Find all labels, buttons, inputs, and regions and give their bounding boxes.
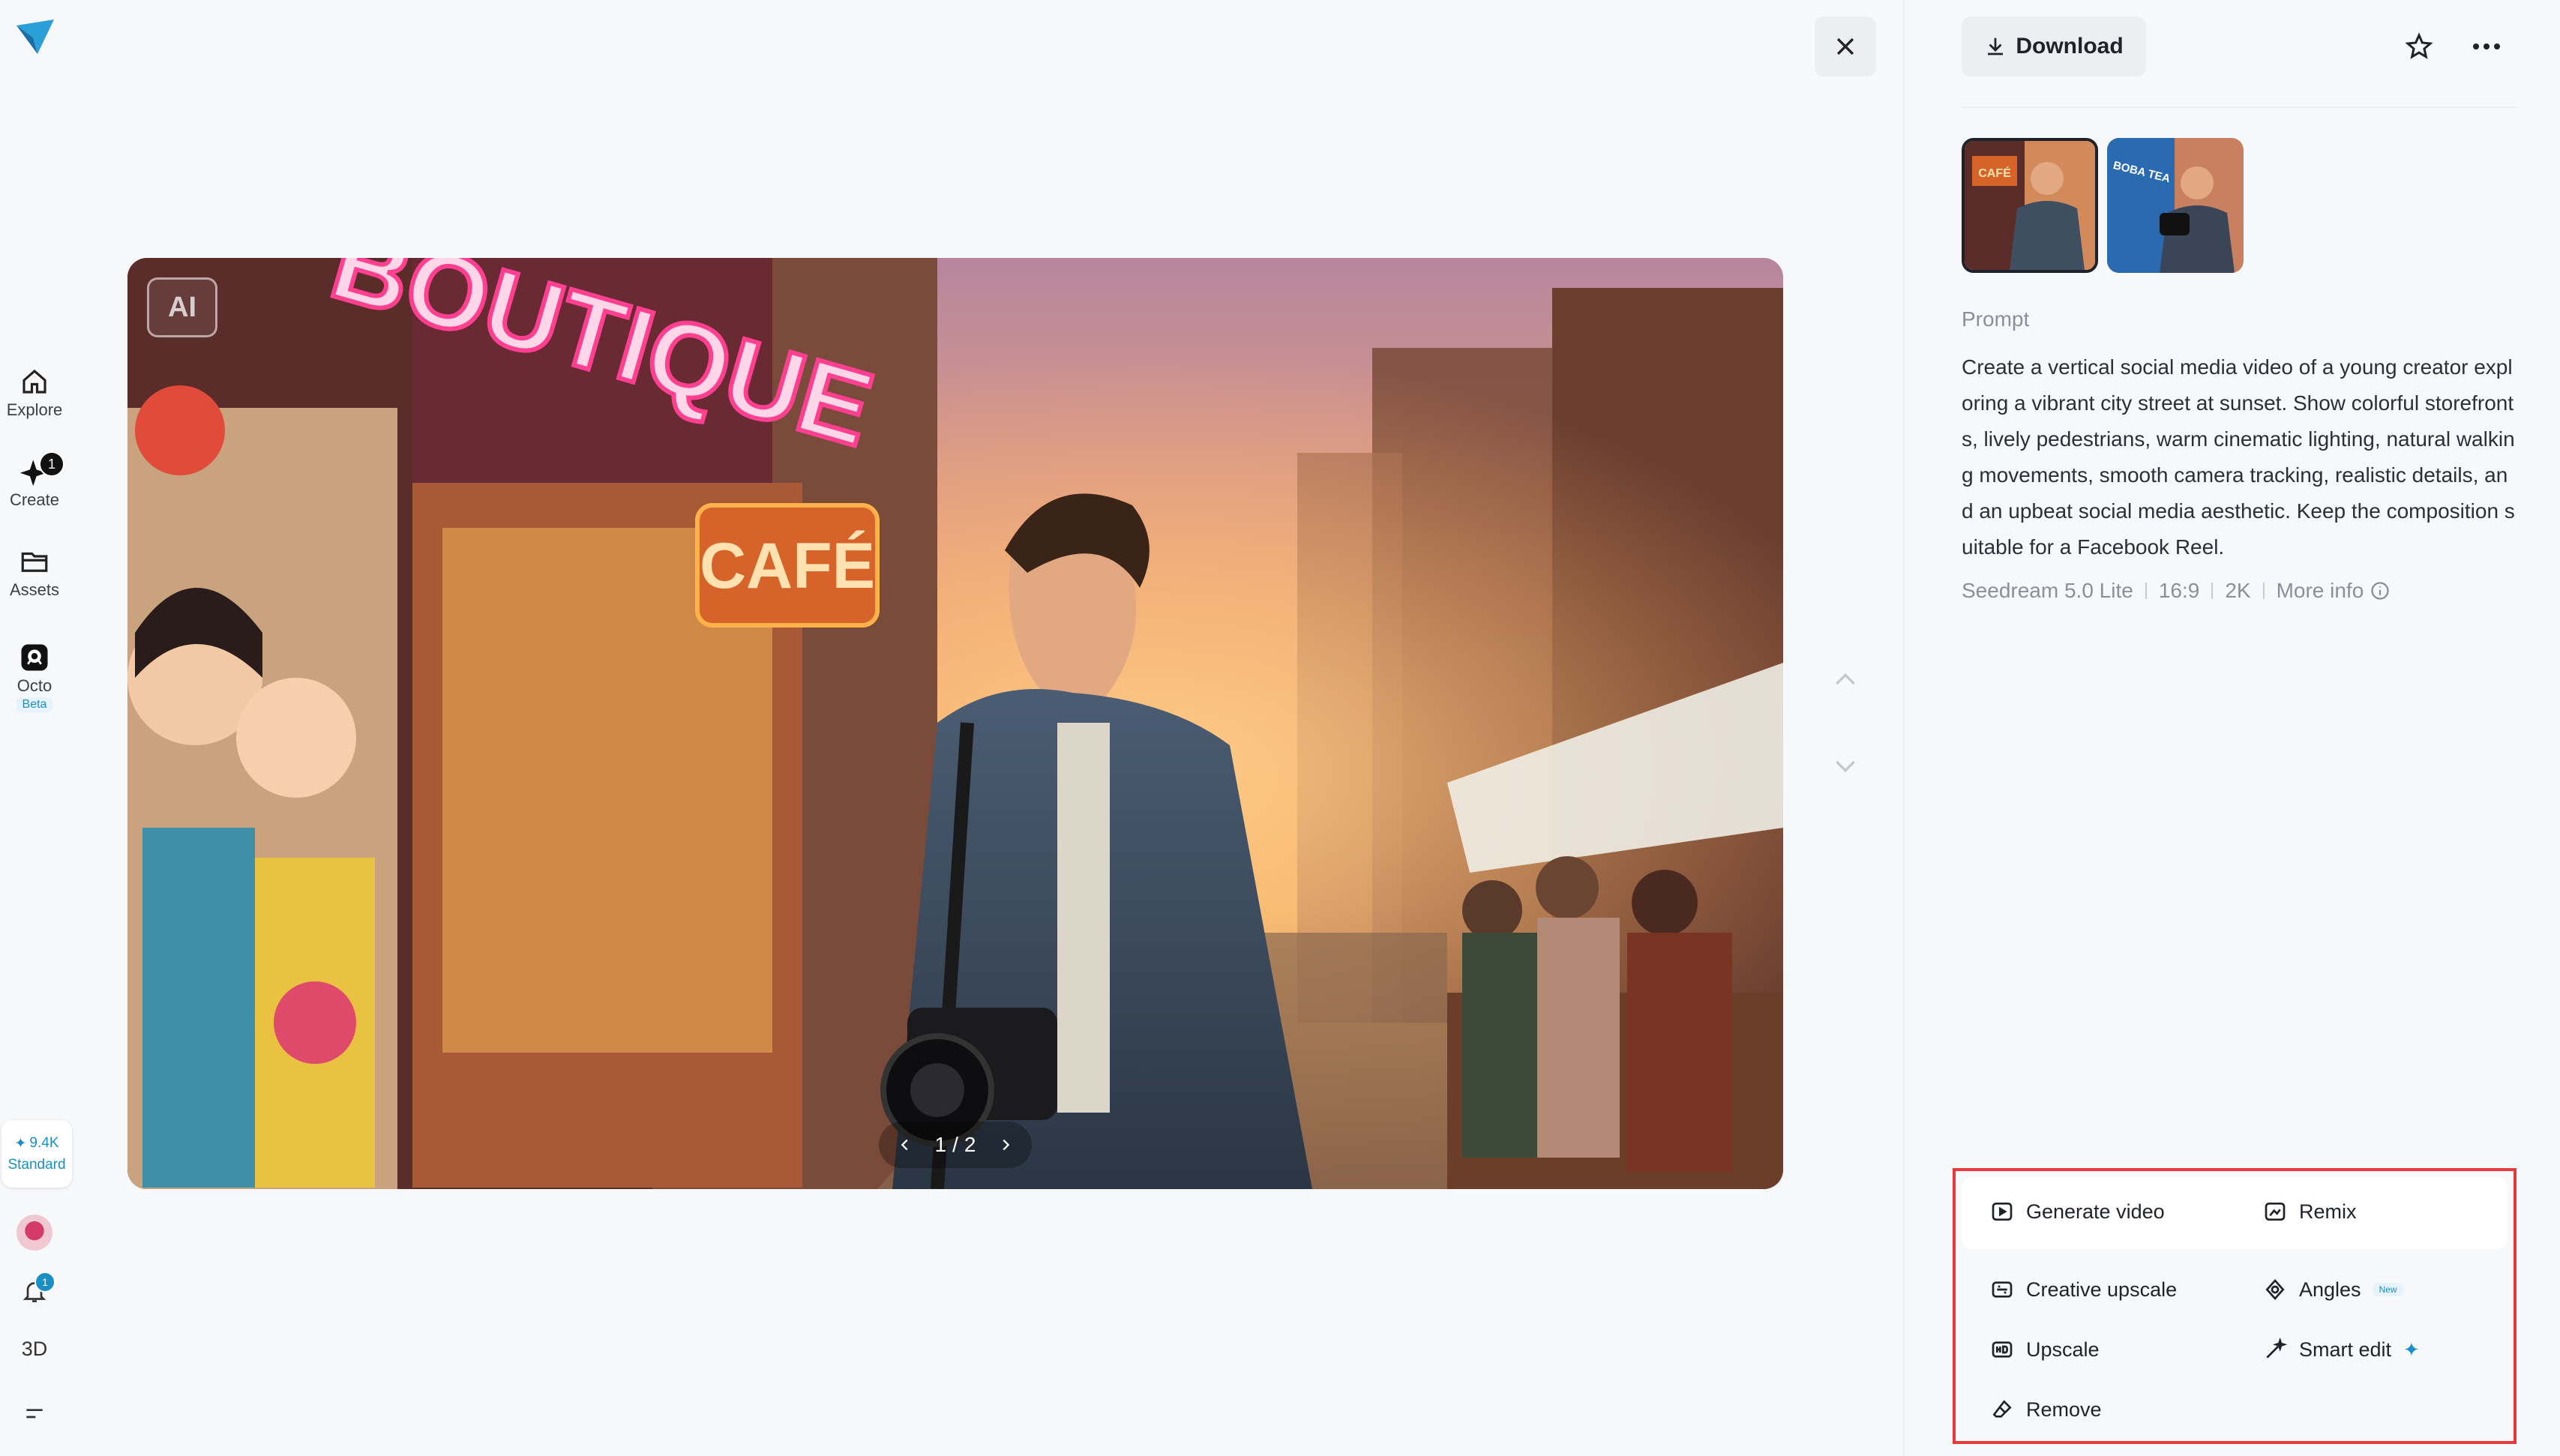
plan-label: Standard bbox=[7, 1156, 66, 1173]
next-item-button[interactable] bbox=[1815, 739, 1876, 792]
info-icon bbox=[2371, 582, 2389, 600]
next-image-button[interactable] bbox=[997, 1137, 1014, 1153]
create-badge: 1 bbox=[39, 451, 64, 477]
angles-button[interactable]: Angles New bbox=[2263, 1278, 2403, 1302]
more-horizontal-icon bbox=[2473, 43, 2500, 49]
model-name: Seedream 5.0 Lite bbox=[1962, 579, 2133, 602]
octo-icon bbox=[21, 644, 48, 671]
chevron-left-icon bbox=[901, 1139, 908, 1151]
previous-item-button[interactable] bbox=[1815, 654, 1876, 706]
credits-sparkle-icon: ✦ bbox=[14, 1135, 27, 1152]
pager-current: 1 bbox=[934, 1133, 947, 1156]
eraser-icon bbox=[1992, 1400, 2012, 1418]
nav-create-label: Create bbox=[9, 490, 60, 509]
chevron-up-icon bbox=[1836, 673, 1855, 685]
upscale-button[interactable]: Upscale bbox=[1990, 1338, 2100, 1362]
more-info-label: More info bbox=[2276, 579, 2364, 602]
credits-widget[interactable]: ✦ 9.4K Standard bbox=[1, 1120, 72, 1188]
image-actions-panel: Generate video Remix Creative upscale An… bbox=[1953, 1168, 2517, 1444]
magic-wand-icon bbox=[2266, 1338, 2287, 1359]
chevron-right-icon bbox=[1003, 1139, 1010, 1151]
generate-video-label: Generate video bbox=[2026, 1200, 2165, 1223]
3d-button[interactable]: 3D bbox=[0, 1338, 69, 1361]
pager-text: 1 / 2 bbox=[935, 1133, 976, 1157]
favorite-button[interactable] bbox=[2398, 27, 2440, 66]
nav-assets-label: Assets bbox=[9, 580, 60, 599]
close-button[interactable] bbox=[1815, 16, 1876, 76]
more-info-link[interactable]: More info bbox=[2277, 579, 2391, 603]
pager-separator: / bbox=[952, 1133, 958, 1156]
nav-explore[interactable]: Explore bbox=[0, 366, 69, 420]
close-icon bbox=[1836, 37, 1854, 55]
panel-divider bbox=[1903, 0, 1905, 1456]
prompt-heading: Prompt bbox=[1962, 307, 2030, 331]
nav-octo[interactable]: Octo Beta bbox=[0, 642, 69, 712]
generate-video-button[interactable]: Generate video bbox=[1990, 1200, 2165, 1224]
thumbnail-2[interactable]: BOBA TEA bbox=[2107, 138, 2244, 273]
upscale-label: Upscale bbox=[2026, 1338, 2100, 1361]
user-avatar[interactable] bbox=[16, 1215, 52, 1251]
download-button[interactable]: Download bbox=[1962, 16, 2146, 76]
meta-separator bbox=[2211, 583, 2214, 599]
prompt-text: Create a vertical social media video of … bbox=[1962, 355, 2515, 559]
ai-generated-badge: AI bbox=[147, 277, 217, 337]
generated-image[interactable]: BOUTIQUE CAFÉ bbox=[127, 258, 1783, 1189]
prev-image-button[interactable] bbox=[897, 1137, 913, 1153]
download-icon bbox=[1988, 37, 2004, 55]
star-icon bbox=[2405, 32, 2433, 59]
cafe-sign: CAFÉ bbox=[700, 530, 875, 602]
pager-total: 2 bbox=[964, 1133, 976, 1156]
menu-button[interactable] bbox=[16, 1396, 52, 1432]
video-play-icon bbox=[1992, 1203, 2013, 1221]
notifications-button[interactable]: 1 bbox=[16, 1272, 55, 1309]
app-logo-icon[interactable] bbox=[15, 18, 55, 55]
home-icon bbox=[22, 369, 46, 394]
remove-label: Remove bbox=[2026, 1398, 2102, 1421]
download-label: Download bbox=[2016, 34, 2124, 58]
remix-button[interactable]: Remix bbox=[2263, 1200, 2357, 1224]
meta-separator bbox=[2262, 583, 2265, 599]
aspect-ratio: 16:9 bbox=[2158, 579, 2200, 602]
angles-icon bbox=[2265, 1278, 2285, 1301]
remove-button[interactable]: Remove bbox=[1990, 1398, 2102, 1422]
chevron-down-icon bbox=[1836, 760, 1855, 773]
smart-edit-button[interactable]: Smart edit ✦ bbox=[2263, 1338, 2420, 1362]
header-divider bbox=[1962, 106, 2517, 108]
nav-explore-label: Explore bbox=[6, 400, 63, 419]
nav-assets[interactable]: Assets bbox=[0, 546, 69, 600]
creative-upscale-label: Creative upscale bbox=[2026, 1278, 2178, 1301]
thumbnail-1-sign: CAFÉ bbox=[1978, 166, 2011, 180]
creative-upscale-button[interactable]: Creative upscale bbox=[1990, 1278, 2177, 1302]
credits-amount: 9.4K bbox=[29, 1135, 59, 1151]
more-options-button[interactable] bbox=[2464, 27, 2509, 66]
remix-icon bbox=[2265, 1203, 2286, 1221]
hd-icon bbox=[1992, 1341, 2013, 1358]
thumbnail-1[interactable]: CAFÉ bbox=[1962, 138, 2098, 273]
resolution: 2K bbox=[2225, 579, 2251, 602]
nav-create[interactable]: 1 Create bbox=[0, 451, 69, 510]
angles-label: Angles bbox=[2299, 1278, 2361, 1301]
new-tag: New bbox=[2373, 1283, 2403, 1296]
generation-meta: Seedream 5.0 Lite 16:9 2K More info bbox=[1962, 579, 2391, 603]
creative-upscale-icon bbox=[1992, 1281, 2013, 1298]
left-nav: Explore 1 Create Assets Octo Beta ✦ 9.4K… bbox=[0, 0, 72, 1456]
notifications-badge: 1 bbox=[34, 1272, 55, 1293]
nav-octo-label: Octo bbox=[16, 676, 52, 695]
meta-separator bbox=[2145, 583, 2147, 599]
smart-edit-sparkle-icon: ✦ bbox=[2403, 1338, 2420, 1361]
remix-label: Remix bbox=[2299, 1200, 2357, 1223]
image-pager: 1 / 2 bbox=[879, 1122, 1032, 1168]
smart-edit-label: Smart edit bbox=[2299, 1338, 2392, 1361]
menu-icon bbox=[26, 1409, 43, 1419]
beta-tag: Beta bbox=[16, 697, 53, 712]
folder-icon bbox=[21, 552, 48, 572]
